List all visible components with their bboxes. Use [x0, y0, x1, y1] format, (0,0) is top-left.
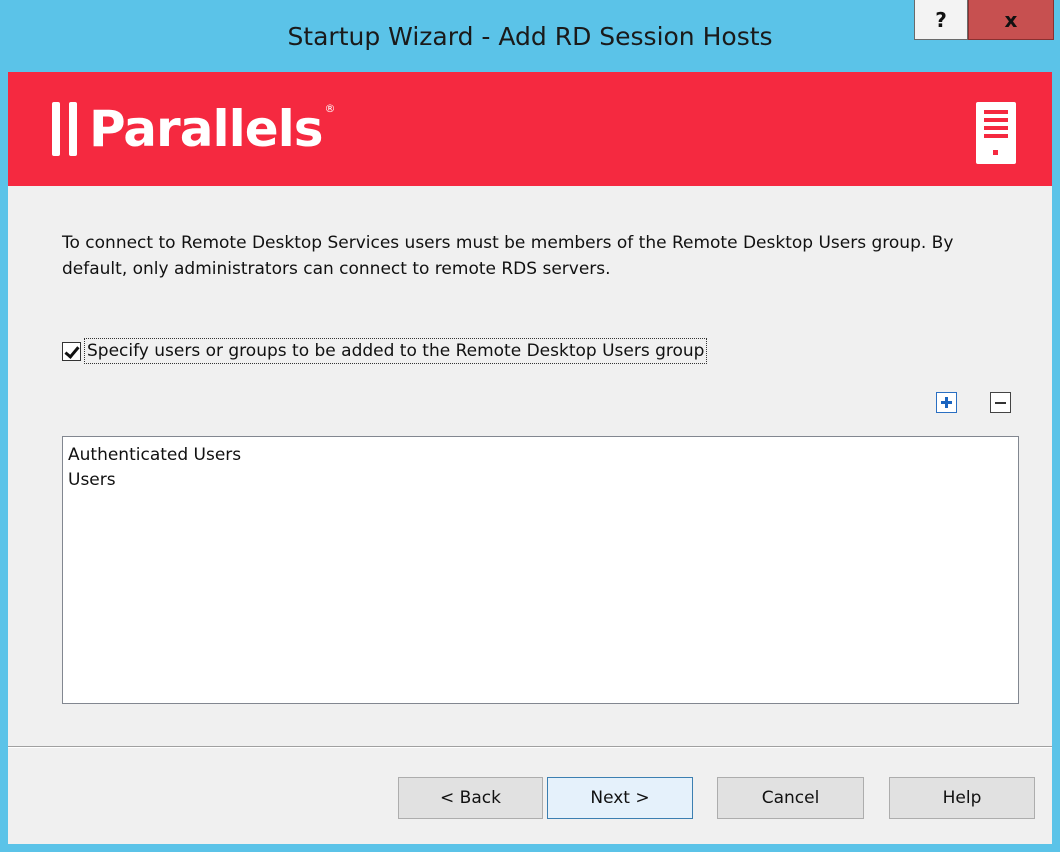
wizard-window: Startup Wizard - Add RD Session Hosts ? … — [0, 0, 1060, 852]
users-list[interactable]: Authenticated Users Users — [62, 436, 1019, 704]
add-icon[interactable] — [936, 392, 957, 413]
close-button[interactable]: x — [968, 0, 1054, 40]
footer-divider — [8, 746, 1052, 748]
specify-users-checkbox-row[interactable]: Specify users or groups to be added to t… — [62, 335, 708, 367]
specify-users-checkbox[interactable] — [62, 341, 81, 361]
wizard-body: Parallels ® To connect to Remote Desktop… — [8, 72, 1052, 844]
logo-bars-icon — [52, 102, 77, 156]
list-item[interactable]: Authenticated Users — [68, 443, 1013, 468]
next-button[interactable]: Next > — [547, 777, 693, 819]
help-title-button[interactable]: ? — [914, 0, 968, 40]
brand-banner: Parallels ® — [8, 72, 1052, 186]
list-item[interactable]: Users — [68, 468, 1013, 493]
parallels-logo: Parallels ® — [52, 94, 336, 164]
registered-mark: ® — [324, 102, 336, 115]
window-title: Startup Wizard - Add RD Session Hosts — [287, 22, 773, 51]
title-bar: Startup Wizard - Add RD Session Hosts ? … — [0, 0, 1060, 72]
remove-icon[interactable] — [990, 392, 1011, 413]
server-icon — [976, 102, 1016, 164]
cancel-button[interactable]: Cancel — [717, 777, 864, 819]
help-button[interactable]: Help — [889, 777, 1035, 819]
back-button[interactable]: < Back — [398, 777, 543, 819]
specify-users-label[interactable]: Specify users or groups to be added to t… — [84, 338, 708, 364]
logo-text: Parallels — [89, 100, 324, 158]
description-text: To connect to Remote Desktop Services us… — [62, 233, 954, 279]
